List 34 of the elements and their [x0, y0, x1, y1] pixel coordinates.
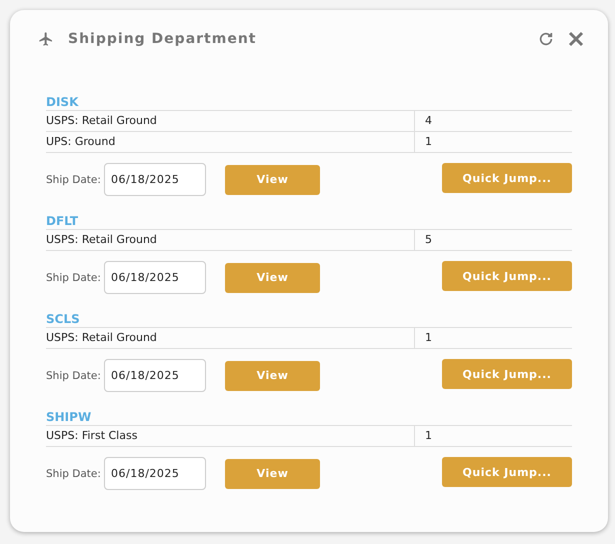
- table-cell-text: UPS: Ground: [46, 134, 116, 150]
- view-button[interactable]: View: [225, 164, 320, 194]
- table-cell-text: USPS: First Class: [46, 428, 138, 444]
- quick-jump-button[interactable]: Quick Jump...: [442, 163, 572, 193]
- date-field[interactable]: 06/18/2025: [104, 457, 206, 490]
- date-field[interactable]: 06/18/2025: [104, 359, 206, 392]
- refresh-icon[interactable]: [538, 31, 554, 47]
- view-button[interactable]: View: [225, 360, 320, 390]
- table-cell: 1: [414, 328, 572, 348]
- group-heading: SCLS: [46, 312, 81, 327]
- table-cell: 5: [414, 230, 572, 250]
- view-button[interactable]: View: [225, 458, 320, 488]
- field-label: Ship Date:: [46, 468, 102, 480]
- group-heading: SHIPW: [46, 410, 92, 425]
- group-heading: DISK: [46, 95, 80, 110]
- date-field[interactable]: 06/18/2025: [104, 261, 206, 294]
- close-icon[interactable]: [568, 31, 584, 47]
- table-cell-text: USPS: Retail Ground: [46, 330, 158, 346]
- table-cell: 1: [414, 426, 572, 446]
- field-label: Ship Date:: [46, 174, 102, 186]
- field-label: Ship Date:: [46, 370, 102, 382]
- window-title: Shipping Department: [68, 31, 258, 47]
- field-label: Ship Date:: [46, 272, 102, 284]
- table-cell: 4: [414, 111, 572, 131]
- view-button[interactable]: View: [225, 262, 320, 292]
- table-cell-text: USPS: Retail Ground: [46, 232, 158, 248]
- airplane-icon: [38, 31, 54, 47]
- table-cell-text: USPS: Retail Ground: [46, 113, 158, 129]
- table-cell: 1: [414, 132, 572, 152]
- quick-jump-button[interactable]: Quick Jump...: [442, 359, 572, 389]
- group-heading: DFLT: [46, 214, 80, 229]
- quick-jump-button[interactable]: Quick Jump...: [442, 261, 572, 291]
- quick-jump-button[interactable]: Quick Jump...: [442, 457, 572, 487]
- date-field[interactable]: 06/18/2025: [104, 163, 206, 196]
